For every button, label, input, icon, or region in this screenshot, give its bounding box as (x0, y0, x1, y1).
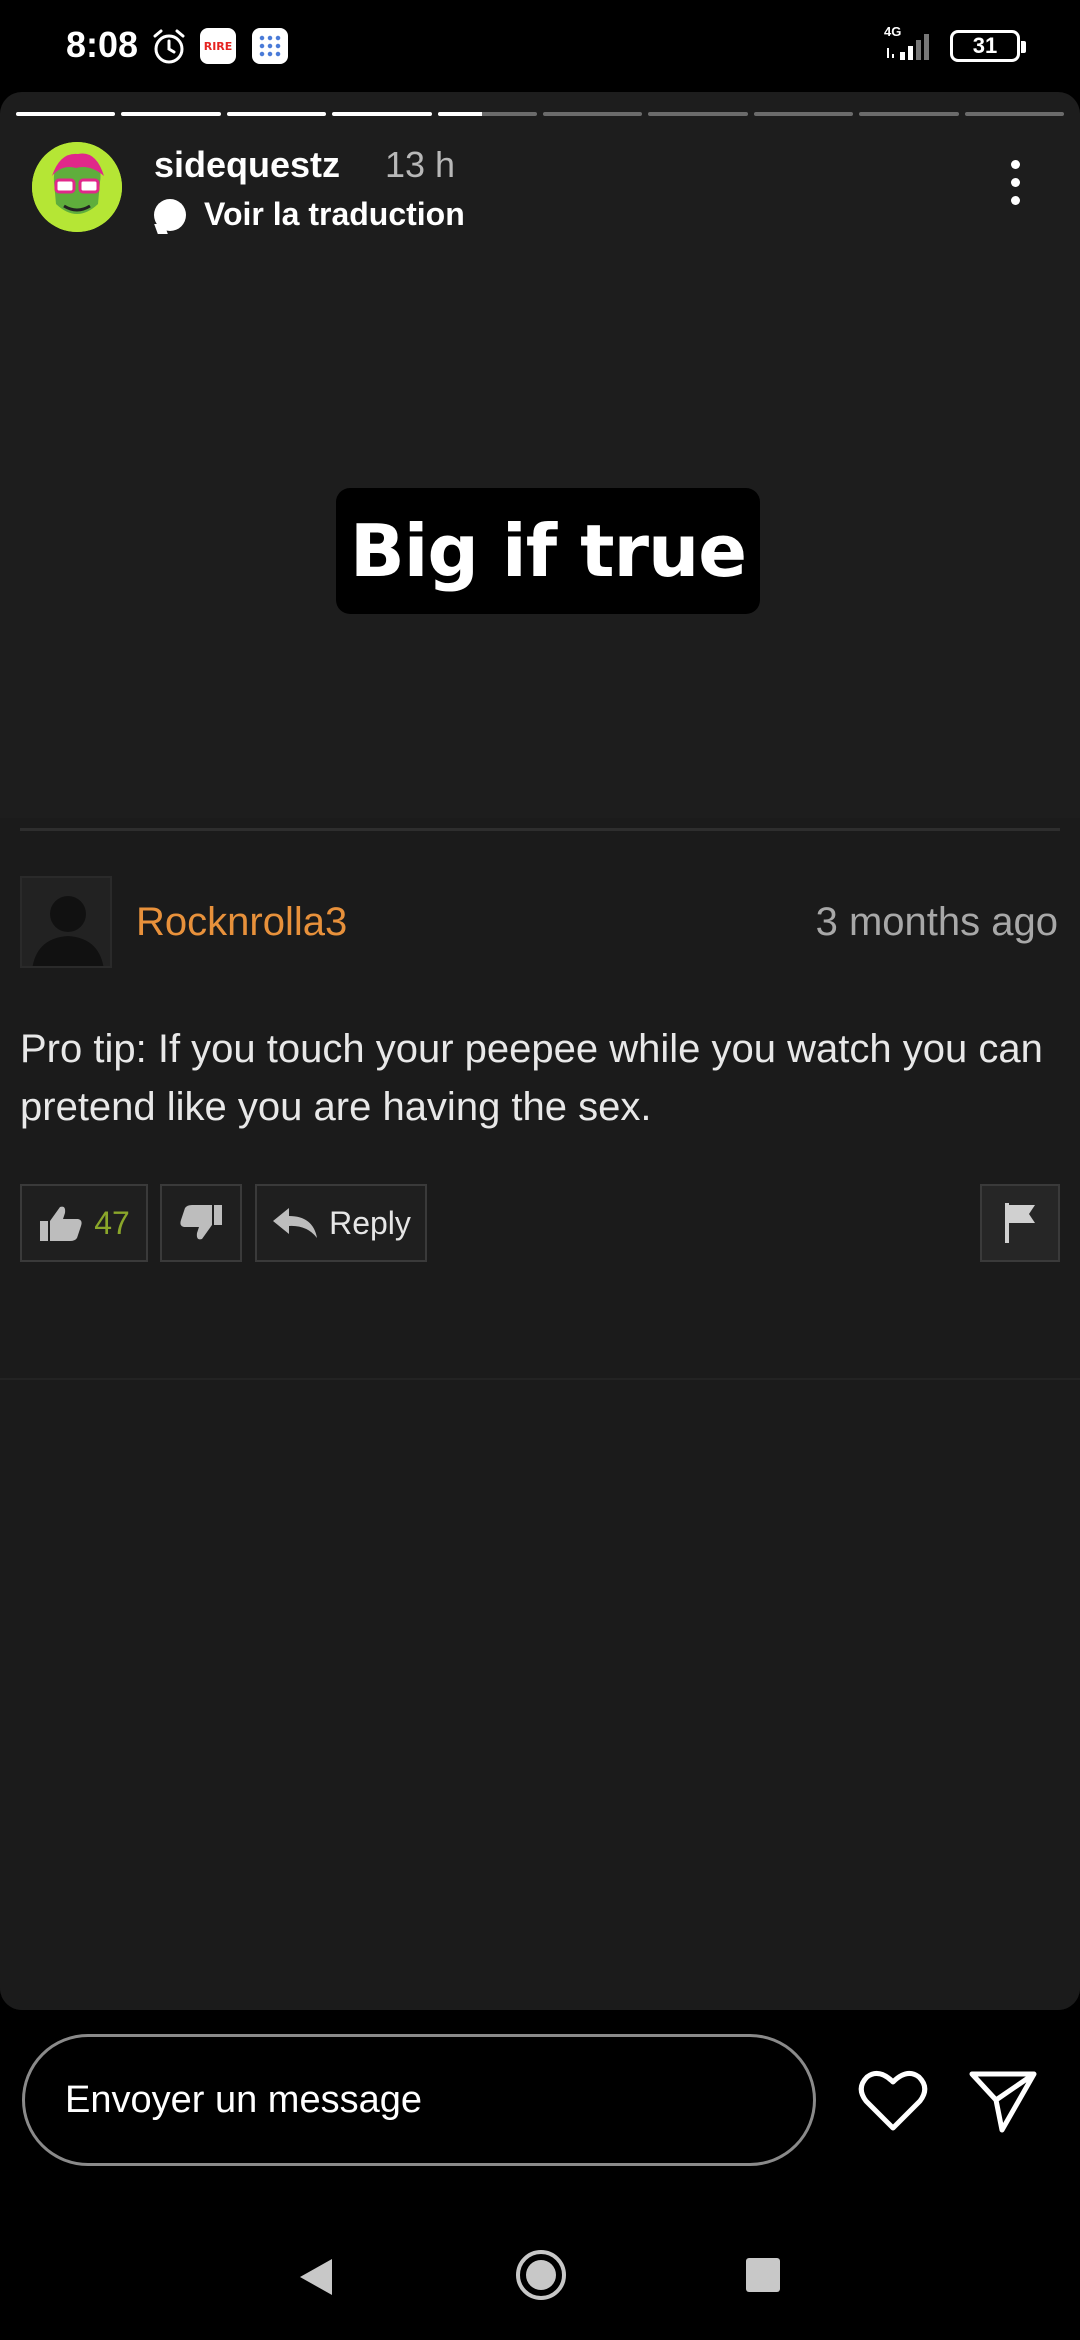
translate-link[interactable]: Voir la traduction (154, 196, 465, 233)
story-time: 13 h (385, 144, 456, 185)
comment-text: Pro tip: If you touch your peepee while … (20, 1027, 1043, 1129)
flag-icon (1005, 1203, 1035, 1243)
story-viewer[interactable]: sidequestz 13 h Voir la traduction Big i… (0, 92, 1080, 2010)
story-username[interactable]: sidequestz (154, 144, 340, 186)
comment-date: 3 months ago (815, 900, 1058, 944)
story-progress-bar (16, 112, 1065, 117)
progress-segment (332, 112, 432, 116)
comment-avatar (20, 876, 112, 968)
progress-segment (226, 112, 327, 116)
progress-segment (543, 112, 643, 116)
flag-button (980, 1184, 1060, 1262)
comment-author: Rocknrolla3 (136, 900, 348, 944)
progress-segment (753, 112, 854, 116)
progress-segment (859, 112, 959, 116)
sticker-text: Big if true (349, 509, 747, 593)
text-sticker: Big if true (336, 488, 760, 614)
reply-label: Reply (329, 1204, 411, 1241)
nav-back-icon[interactable] (296, 2255, 336, 2299)
story-avatar[interactable] (32, 142, 122, 232)
status-time: 8:08 (66, 24, 139, 65)
like-count: 47 (94, 1204, 130, 1241)
calendar-app-icon (252, 28, 288, 64)
nav-home-icon[interactable] (514, 2248, 568, 2302)
progress-segment (121, 112, 221, 116)
comment-screenshot: Rocknrolla3 3 months ago Pro tip: If you… (0, 818, 1080, 2010)
send-icon[interactable] (968, 2068, 1038, 2134)
progress-segment (16, 112, 116, 116)
divider (0, 1378, 1080, 1380)
thumbs-down-icon (180, 1205, 222, 1240)
progress-segment (437, 112, 538, 116)
nav-recents-icon[interactable] (746, 2258, 780, 2292)
dislike-button (160, 1184, 242, 1262)
thumbs-up-icon (40, 1206, 82, 1241)
like-button: 47 (20, 1184, 148, 1262)
status-bar: 8:08 RIRE 4G 31 (0, 0, 1080, 92)
signal-icon: 4G (880, 24, 940, 64)
rire-app-icon: RIRE (200, 28, 236, 64)
progress-segment (648, 112, 748, 116)
translate-bubble-icon (154, 198, 186, 231)
progress-segment (964, 112, 1065, 116)
divider (20, 828, 1060, 831)
message-composer[interactable] (22, 2034, 816, 2166)
heart-icon[interactable] (858, 2070, 928, 2132)
translate-label: Voir la traduction (204, 196, 465, 232)
reply-button: Reply (255, 1184, 427, 1262)
alarm-icon (153, 29, 185, 64)
message-input[interactable] (65, 2037, 765, 2163)
battery-indicator: 31 (950, 30, 1026, 62)
reply-arrow-icon (273, 1208, 318, 1238)
more-vertical-icon[interactable] (1000, 160, 1030, 216)
